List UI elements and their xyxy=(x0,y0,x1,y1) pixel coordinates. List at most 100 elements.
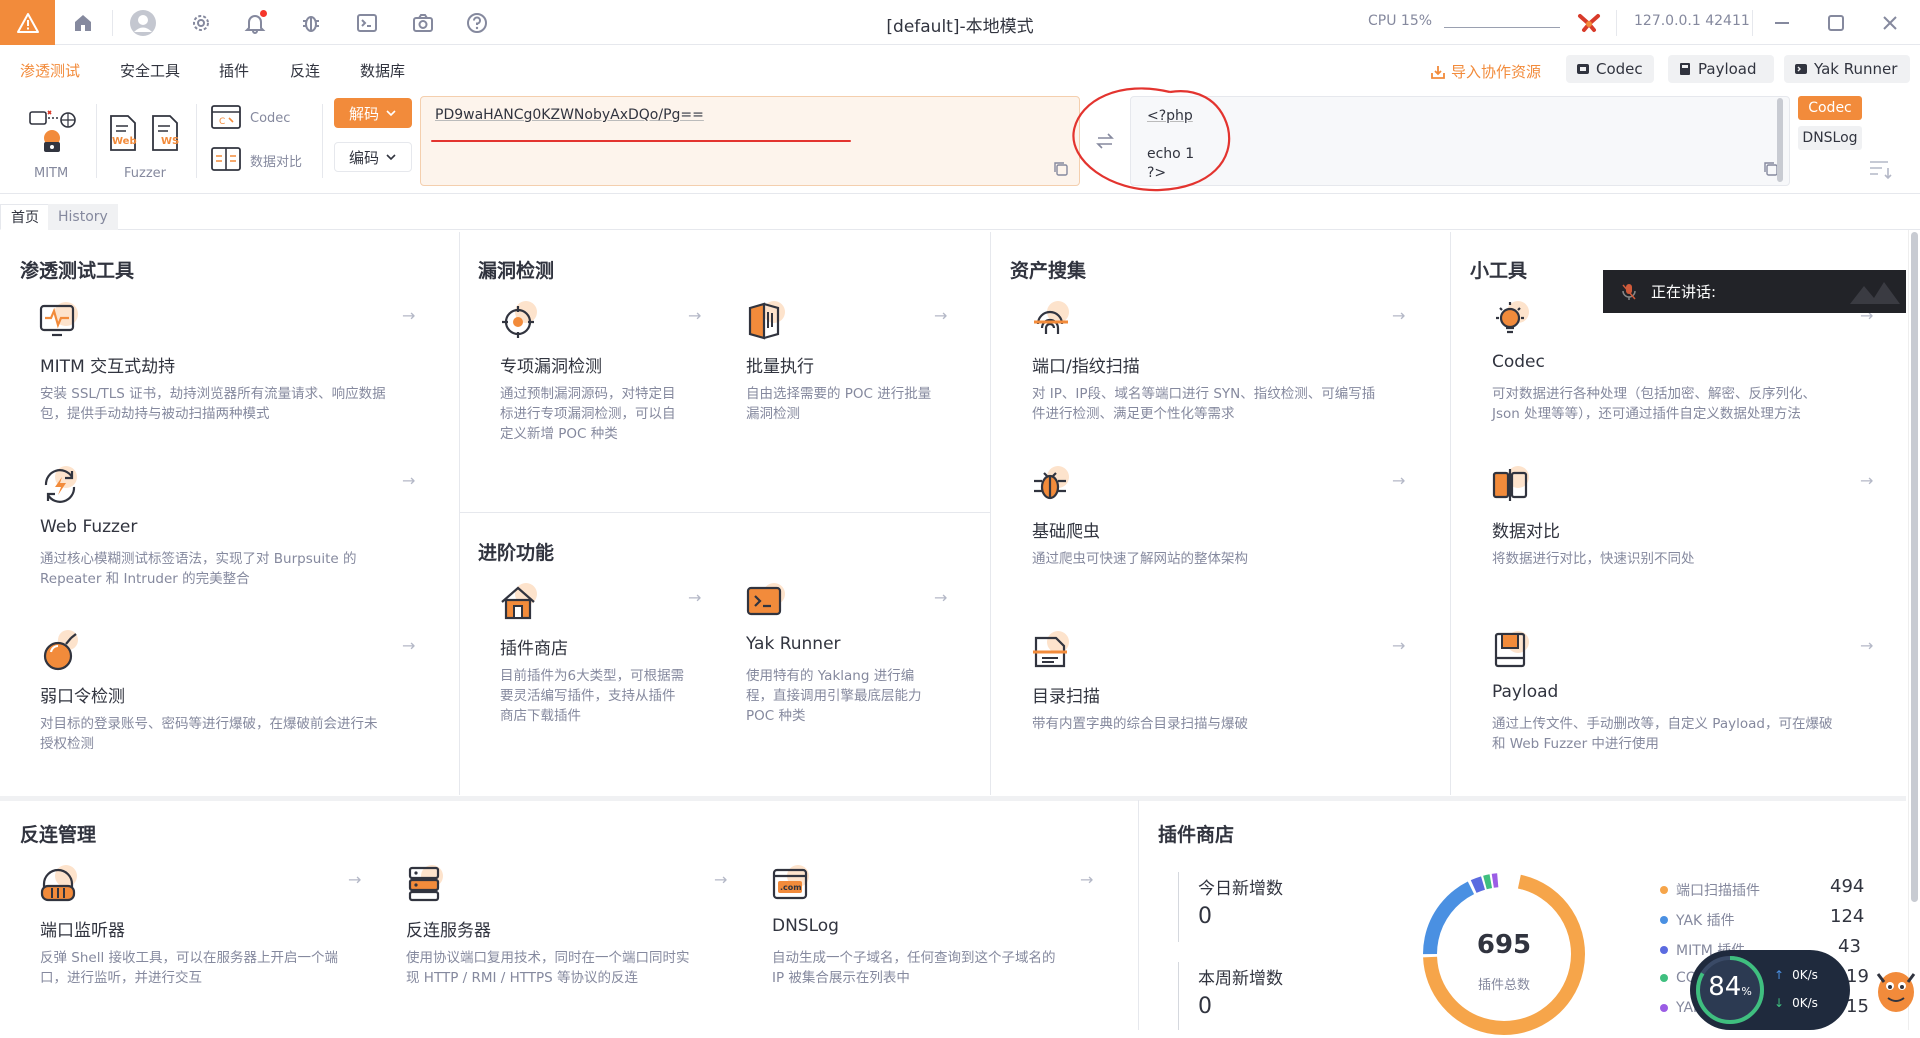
compare-tool-button[interactable]: 数据对比 xyxy=(210,144,320,176)
yak-runner-shortcut-button[interactable]: Yak Runner xyxy=(1784,55,1910,83)
payload-shortcut-button[interactable]: Payload xyxy=(1668,55,1774,83)
codec-shortcut-button[interactable]: Codec xyxy=(1566,55,1654,83)
card-special-vuln[interactable]: → 专项漏洞检测 通过预制漏洞源码，对特定目 标进行专项漏洞检测，可以自 定义新… xyxy=(480,296,720,466)
card-desc: 标进行专项漏洞检测，可以自 xyxy=(500,406,676,422)
divider xyxy=(1616,10,1617,36)
card-yak-runner[interactable]: → Yak Runner 使用特有的 Yaklang 进行编 程，直接调用引擎最… xyxy=(726,578,966,748)
section-title-store: 插件商店 xyxy=(1158,824,1235,846)
legend-value: 43 xyxy=(1838,936,1861,957)
card-port-scan[interactable]: → 端口/指纹扫描 对 IP、IP段、域名等端口进行 SYN、指纹检测、可编写插… xyxy=(1012,296,1422,436)
tab-home[interactable]: 首页 xyxy=(0,204,50,230)
card-desc: 授权检测 xyxy=(40,736,94,752)
web-badge: Web xyxy=(112,136,137,147)
card-payload[interactable]: → Payload 通过上传文件、手动删改等，自定义 Payload，可在爆破 … xyxy=(1472,626,1892,766)
codec-input-text: PD9waHANCg0KZWNobyAxDQo/Pg== xyxy=(435,107,704,123)
menu-plugins[interactable]: 插件 xyxy=(219,60,249,81)
close-icon[interactable] xyxy=(1874,10,1906,36)
card-port-listener[interactable]: → 端口监听器 反弹 Shell 接收工具，可以在服务器上开启一个端 口，进行监… xyxy=(20,860,366,1000)
arrow-right-icon: → xyxy=(402,471,416,490)
store-house-icon xyxy=(501,583,537,620)
avatar[interactable] xyxy=(128,8,158,38)
side-tab-codec[interactable]: Codec xyxy=(1798,96,1862,120)
home-icon[interactable] xyxy=(68,8,98,38)
menu-security-tools[interactable]: 安全工具 xyxy=(120,60,180,81)
card-title: 端口/指纹扫描 xyxy=(1032,357,1140,377)
minimize-icon[interactable] xyxy=(1766,10,1798,36)
maximize-icon[interactable] xyxy=(1820,10,1852,36)
editor-scrollbar[interactable] xyxy=(1777,98,1783,182)
card-desc: 程，直接调用引擎最底层能力 xyxy=(746,688,922,704)
card-mitm[interactable]: → MITM 交互式劫持 安装 SSL/TLS 证书，劫持浏览器所有流量请求、响… xyxy=(20,296,420,436)
page-scrollbar-thumb[interactable] xyxy=(1911,232,1918,902)
menu-pentest[interactable]: 渗透测试 xyxy=(20,60,80,81)
card-crawler[interactable]: → 基础爬虫 通过爬虫可快速了解网站的整体架构 xyxy=(1012,461,1422,601)
side-tab-dnslog[interactable]: DNSLog xyxy=(1798,126,1862,150)
network-monitor-widget[interactable]: 84% ↑ 0K/s ↓ 0K/s xyxy=(1690,950,1850,1030)
sort-icon[interactable] xyxy=(1868,158,1894,180)
warning-icon[interactable] xyxy=(0,0,55,45)
ws-fuzzer-button[interactable]: WS xyxy=(150,114,182,154)
today-new-value: 0 xyxy=(1198,904,1212,929)
card-codec[interactable]: → Codec 可对数据进行各种处理（包括加密、解密、反序列化、 Json 处理… xyxy=(1472,296,1892,436)
card-dir-scan[interactable]: → 目录扫描 带有内置字典的综合目录扫描与爆破 xyxy=(1012,626,1422,766)
tab-history[interactable]: History xyxy=(48,204,118,230)
menu-reverse[interactable]: 反连 xyxy=(290,60,320,81)
card-desc: 目前插件为6大类型，可根据需 xyxy=(500,668,685,684)
divider xyxy=(196,104,197,178)
legend-dot xyxy=(1660,886,1668,894)
divider xyxy=(322,104,323,178)
target-icon xyxy=(502,301,537,338)
menu-database[interactable]: 数据库 xyxy=(360,60,405,81)
batch-book-icon xyxy=(748,301,785,340)
encode-label: 编码 xyxy=(348,148,379,167)
codec-input-editor[interactable]: PD9waHANCg0KZWNobyAxDQo/Pg== xyxy=(420,96,1080,186)
section-title-pentest: 渗透测试工具 xyxy=(20,260,135,282)
terminal-icon[interactable] xyxy=(352,8,382,38)
mitm-tool-button[interactable] xyxy=(24,108,80,158)
card-plugin-store[interactable]: → 插件商店 目前插件为6大类型，可根据需 要灵活编写插件，支持从插件 商店下载… xyxy=(480,578,720,748)
speaking-overlay: 正在讲话: xyxy=(1603,270,1906,313)
divider xyxy=(1178,872,1179,942)
card-desc: Json 处理等等），还可通过插件自定义数据处理方法 xyxy=(1492,406,1801,422)
yak-logo-icon[interactable] xyxy=(1574,8,1604,38)
card-web-fuzzer[interactable]: → Web Fuzzer 通过核心模糊测试标签语法，实现了对 Burpsuite… xyxy=(20,461,420,601)
section-title-reverse: 反连管理 xyxy=(20,824,97,846)
import-resources-link[interactable]: 导入协作资源 xyxy=(1430,61,1541,82)
card-compare[interactable]: → 数据对比 将数据进行对比，快速识别不同处 xyxy=(1472,461,1892,601)
arrow-right-icon: → xyxy=(934,306,948,325)
yak-runner-shortcut-label: Yak Runner xyxy=(1814,60,1898,78)
help-icon[interactable] xyxy=(462,8,492,38)
bell-icon[interactable] xyxy=(240,8,270,38)
card-dnslog[interactable]: .com → DNSLog 自动生成一个子域名，任何查询到这个子域名的 IP 被… xyxy=(752,860,1098,1000)
card-weak-password[interactable]: → 弱口令检测 对目标的登录账号、密码等进行爆破，在爆破前会进行未 授权检测 xyxy=(20,626,420,766)
decode-dropdown-button[interactable]: 解码 xyxy=(334,98,412,128)
divider xyxy=(1450,232,1451,795)
mascot-icon[interactable] xyxy=(1872,960,1918,1022)
codec-tool-button[interactable]: C Codec xyxy=(210,102,310,134)
today-new-label: 今日新增数 xyxy=(1198,879,1283,899)
engine-address: 127.0.0.1 42411 xyxy=(1634,13,1750,29)
card-batch-exec[interactable]: → 批量执行 自由选择需要的 POC 进行批量 漏洞检测 xyxy=(726,296,966,466)
legend-name: 端口扫描插件 xyxy=(1676,883,1760,899)
card-desc: 安装 SSL/TLS 证书，劫持浏览器所有流量请求、响应数据 xyxy=(40,386,386,402)
web-fuzzer-button[interactable]: Web xyxy=(108,114,140,154)
divider xyxy=(0,796,1906,801)
download-speed-value: 0K/s xyxy=(1792,996,1818,1010)
title-bar: [default]-本地模式 CPU 15% 127.0.0.1 42411 xyxy=(0,0,1920,45)
codec-icon xyxy=(1577,64,1589,74)
gear-icon[interactable] xyxy=(186,8,216,38)
divider xyxy=(459,232,460,795)
encode-dropdown-button[interactable]: 编码 xyxy=(334,142,412,172)
card-desc: 自由选择需要的 POC 进行批量 xyxy=(746,386,932,402)
decode-label: 解码 xyxy=(348,104,379,123)
bug-icon[interactable] xyxy=(296,8,326,38)
codec-shortcut-label: Codec xyxy=(1596,60,1643,78)
mitm-label: MITM xyxy=(34,166,69,181)
output-line-4: ?> xyxy=(1147,165,1167,181)
web-fuzzer-icon xyxy=(110,115,136,151)
section-title-tools: 小工具 xyxy=(1470,260,1528,282)
camera-icon[interactable] xyxy=(408,8,438,38)
divider xyxy=(1752,10,1753,36)
card-desc: 自动生成一个子域名，任何查询到这个子域名的 xyxy=(772,950,1056,966)
card-reverse-server[interactable]: → 反连服务器 使用协议端口复用技术，同时在一个端口同时实 现 HTTP / R… xyxy=(386,860,732,1000)
